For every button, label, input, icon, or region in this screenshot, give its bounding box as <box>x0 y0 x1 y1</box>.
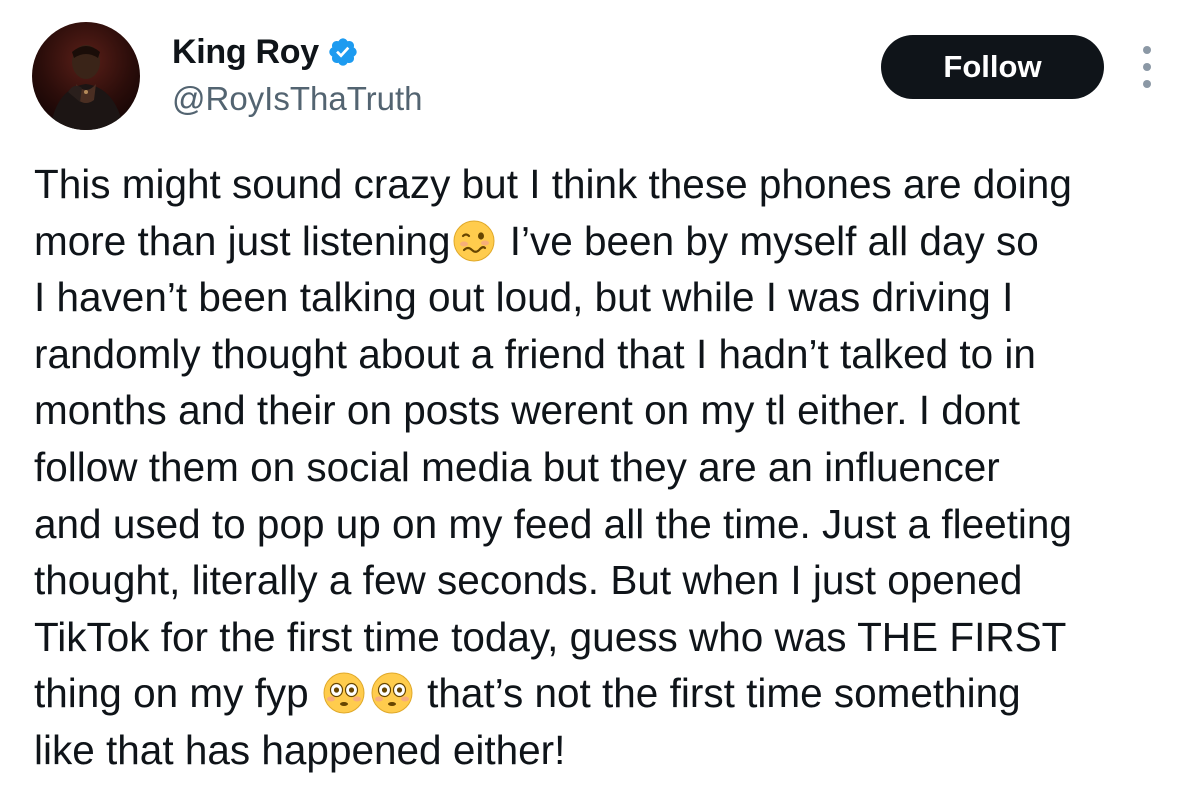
tweet-line: This might sound crazy but I think these… <box>34 161 1072 207</box>
author-block: King Roy @RoyIsThaTruth <box>172 30 423 118</box>
name-row: King Roy <box>172 30 423 74</box>
tweet-text-segment: that’s not the first time something <box>415 670 1021 717</box>
tweet-line: months and their on posts werent on my t… <box>34 387 1021 434</box>
tweet-line: more than just listening I’ve been by my… <box>34 213 1184 270</box>
tweet-line: I haven’t been talking out loud, but whi… <box>34 274 1014 321</box>
tweet-card: King Roy @RoyIsThaTruth Follow This migh… <box>0 0 1200 790</box>
avatar-photo <box>32 22 140 130</box>
tweet-text-segment: thing on my fyp <box>34 670 309 717</box>
more-options-icon[interactable] <box>1136 46 1158 88</box>
tweet-line: TikTok for the first time today, guess w… <box>34 613 1067 660</box>
tweet-text-segment: more than just listening <box>34 217 451 264</box>
follow-button[interactable]: Follow <box>881 35 1104 99</box>
tweet-line: thing on my fyp that’s not the first tim… <box>34 665 1184 722</box>
author-handle[interactable]: @RoyIsThaTruth <box>172 80 423 118</box>
tweet-line: randomly thought about a friend that I h… <box>34 330 1036 377</box>
tweet-text: This might sound crazy but I think these… <box>34 156 1184 779</box>
flushed-face-emoji <box>322 671 366 715</box>
tweet-line: like that has happened either! <box>34 726 566 773</box>
tweet-line: follow them on social media but they are… <box>34 443 1000 490</box>
tweet-line: and used to pop up on my feed all the ti… <box>34 500 1072 547</box>
display-name[interactable]: King Roy <box>172 33 319 72</box>
woozy-face-emoji <box>452 219 496 263</box>
verified-badge-icon <box>327 36 359 68</box>
tweet-line: thought, literally a few seconds. But wh… <box>34 557 1023 604</box>
tweet-text-segment: I’ve been by myself all day so <box>498 217 1039 264</box>
more-dot <box>1143 80 1151 88</box>
more-dot <box>1143 63 1151 71</box>
more-dot <box>1143 46 1151 54</box>
avatar[interactable] <box>32 22 140 130</box>
flushed-face-emoji <box>370 671 414 715</box>
